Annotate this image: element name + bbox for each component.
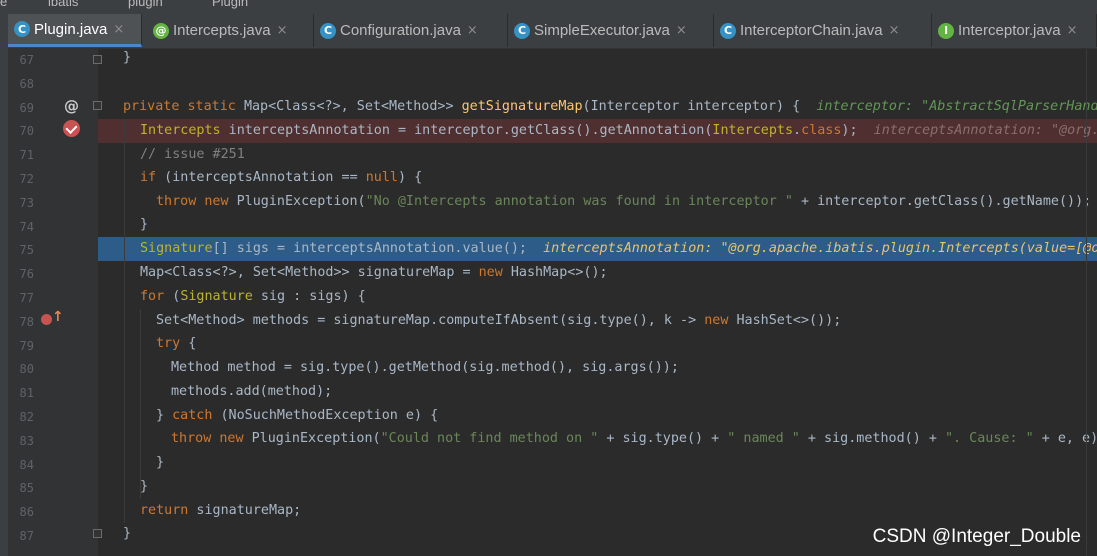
- code-line: for (Signature sig : sigs) {: [140, 289, 366, 304]
- breadcrumb-item[interactable]: ibatis: [48, 0, 78, 9]
- line-number: 67: [19, 53, 34, 67]
- code-line: }: [140, 217, 149, 232]
- line-number: 77: [19, 291, 34, 305]
- line-number: 79: [19, 338, 34, 353]
- code-line: // issue #251: [140, 147, 245, 162]
- close-icon[interactable]: ×: [113, 22, 124, 37]
- tab-configuration-java[interactable]: C Configuration.java ×: [314, 14, 508, 47]
- tab-plugin-java[interactable]: C Plugin.java ×: [8, 14, 142, 47]
- close-icon[interactable]: ×: [676, 23, 687, 38]
- debug-inline-value: interceptsAnnotation: "@org.apache.ibati…: [543, 241, 1097, 256]
- line-number: 81: [19, 386, 34, 401]
- class-icon: C: [320, 22, 336, 39]
- editor-tab-bar: C Plugin.java × @ Intercepts.java × C Co…: [8, 14, 1097, 49]
- interface-icon: I: [938, 22, 954, 39]
- breadcrumb: e ibatis plugin Plugin: [0, 0, 1097, 14]
- class-icon: C: [514, 22, 530, 39]
- code-line: }: [156, 455, 165, 470]
- code-line: Set<Method> methods = signatureMap.compu…: [156, 313, 842, 328]
- line-number: 75: [19, 243, 34, 258]
- close-icon[interactable]: ×: [1067, 23, 1078, 38]
- line-number: 85: [19, 481, 34, 496]
- tab-interceptorchain-java[interactable]: C InterceptorChain.java ×: [714, 14, 932, 47]
- tab-label: Interceptor.java: [958, 22, 1061, 39]
- code-line: return signatureMap;: [140, 503, 302, 518]
- code-line: throw new PluginException("No @Intercept…: [156, 194, 1092, 209]
- tool-window-strip: [0, 0, 8, 556]
- tab-label: Configuration.java: [340, 22, 461, 39]
- override-marker-icon[interactable]: @: [64, 97, 79, 115]
- debug-inline-value: interceptor: "AbstractSqlParserHandl: [816, 99, 1097, 114]
- code-line: Method method = sig.type().getMethod(sig…: [171, 360, 679, 375]
- tab-label: Intercepts.java: [173, 22, 271, 39]
- annotation-icon: @: [153, 22, 169, 39]
- code-line: try {: [156, 336, 197, 351]
- line-number: 80: [19, 362, 34, 377]
- line-number: 73: [19, 195, 34, 210]
- code-line: throw new PluginException("Could not fin…: [171, 431, 1097, 446]
- tab-interceptor-java[interactable]: I Interceptor.java ×: [932, 14, 1097, 47]
- line-number: 69: [19, 100, 34, 115]
- breadcrumb-item[interactable]: plugin: [128, 0, 163, 9]
- breadcrumb-item[interactable]: e: [0, 0, 7, 9]
- code-line: }: [123, 50, 132, 65]
- class-icon: C: [720, 22, 736, 39]
- code-line: Map<Class<?>, Set<Method>> signatureMap …: [140, 265, 608, 280]
- line-number: 68: [19, 76, 34, 91]
- indent-guide: [140, 309, 141, 499]
- line-number: 70: [19, 124, 34, 139]
- code-editor[interactable]: } private static Map<Class<?>, Set<Metho…: [98, 49, 1097, 556]
- code-line: }: [123, 526, 132, 541]
- line-number: 74: [19, 219, 34, 234]
- debug-inline-value: interceptsAnnotation: "@org.a: [873, 123, 1097, 138]
- watermark: CSDN @Integer_Double: [872, 526, 1081, 547]
- right-margin-guide: [1086, 49, 1087, 556]
- line-number: 86: [19, 505, 34, 520]
- close-icon[interactable]: ×: [277, 23, 288, 38]
- line-number: 84: [19, 457, 34, 472]
- code-line: Intercepts interceptsAnnotation = interc…: [140, 119, 1097, 143]
- close-icon[interactable]: ×: [889, 23, 900, 38]
- tab-label: Plugin.java: [34, 20, 108, 38]
- line-number: 78: [19, 314, 34, 329]
- tab-label: SimpleExecutor.java: [534, 22, 670, 39]
- code-line: if (interceptsAnnotation == null) {: [140, 170, 423, 185]
- recursive-call-icon[interactable]: ↑: [41, 309, 64, 328]
- code-line: } catch (NoSuchMethodException e) {: [156, 408, 439, 423]
- line-number: 87: [19, 529, 34, 543]
- class-icon: C: [14, 21, 30, 37]
- line-number: 76: [19, 267, 34, 282]
- breakpoint-icon[interactable]: [63, 120, 80, 137]
- indent-guide: [124, 119, 125, 523]
- code-line: methods.add(method);: [171, 384, 333, 399]
- line-number: 71: [19, 148, 34, 163]
- line-number: 72: [19, 172, 34, 186]
- close-icon[interactable]: ×: [467, 23, 478, 38]
- code-line: Signature[] sigs = interceptsAnnotation.…: [140, 237, 1097, 261]
- tab-intercepts-java[interactable]: @ Intercepts.java ×: [147, 14, 314, 47]
- tab-label: InterceptorChain.java: [740, 22, 883, 39]
- line-number: 82: [19, 410, 34, 424]
- tab-simpleexecutor-java[interactable]: C SimpleExecutor.java ×: [508, 14, 714, 47]
- code-line: }: [140, 479, 149, 494]
- code-line: private static Map<Class<?>, Set<Method>…: [123, 95, 1097, 119]
- line-number: 83: [19, 433, 34, 448]
- breadcrumb-item[interactable]: Plugin: [212, 0, 248, 9]
